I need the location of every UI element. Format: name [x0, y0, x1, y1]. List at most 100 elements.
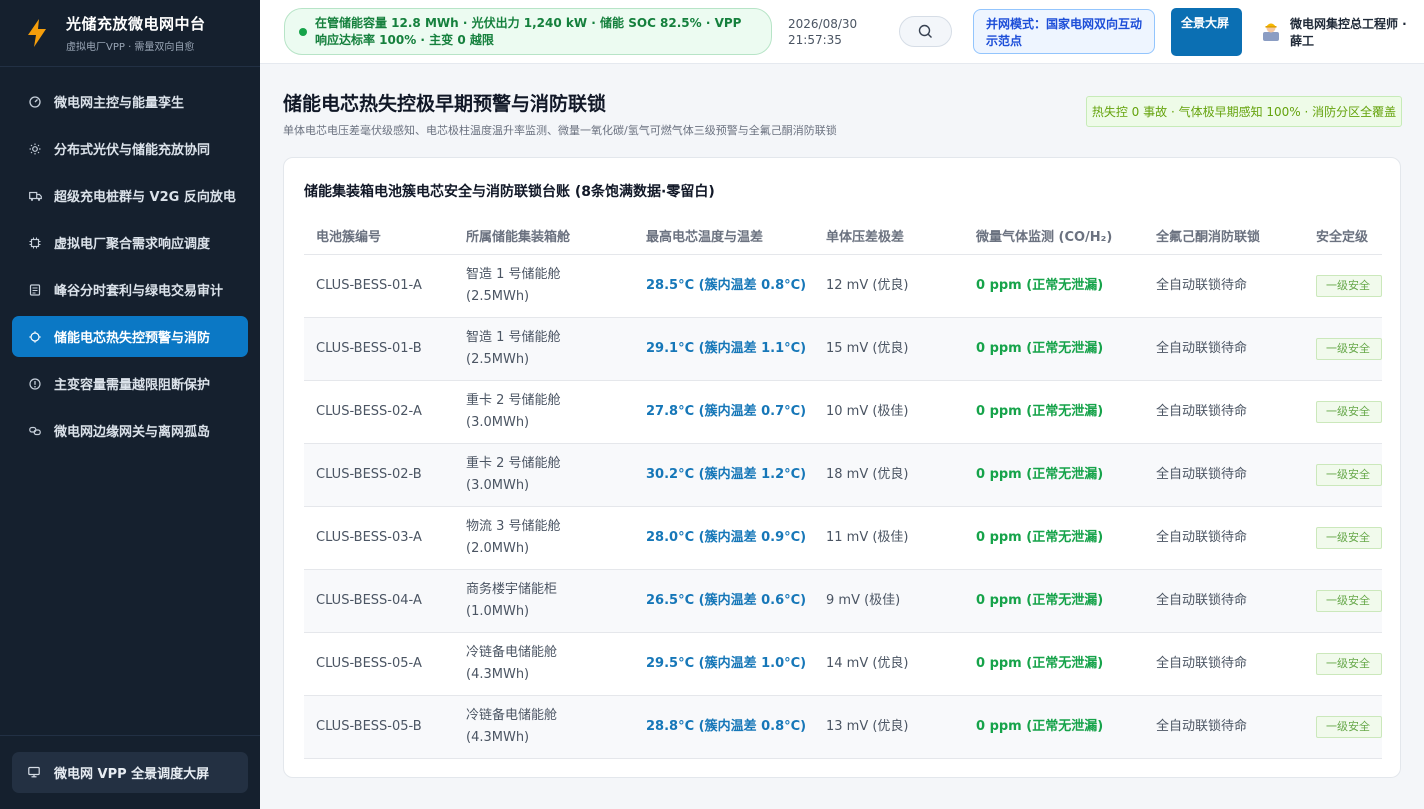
safety-level-cell: 一级安全 — [1304, 506, 1382, 570]
cabin-capacity: (4.3MWh) — [466, 666, 530, 682]
sidebar-item-microgrid-control[interactable]: 微电网主控与能量孪生 — [12, 81, 248, 122]
search-button[interactable] — [899, 16, 952, 47]
gas-level: 0 ppm (正常无泄漏) — [964, 569, 1144, 633]
safety-level-cell: 一级安全 — [1304, 632, 1382, 696]
safety-level-cell: 一级安全 — [1304, 569, 1382, 633]
max-temp: 30.2°C (簇内温差 1.2°C) — [634, 443, 814, 507]
chip-icon — [28, 236, 42, 250]
sidebar-item-label: 峰谷分时套利与绿电交易审计 — [54, 284, 224, 299]
max-temp: 28.8°C (簇内温差 0.8°C) — [634, 695, 814, 759]
cabin-cell: 重卡 2 号储能舱 (3.0MWh) — [454, 380, 634, 444]
sidebar-item-label: 储能电芯热失控预警与消防 — [54, 331, 211, 346]
max-temp: 29.5°C (簇内温差 1.0°C) — [634, 632, 814, 696]
cabin-capacity: (2.5MWh) — [466, 288, 530, 304]
cluster-id: CLUS-BESS-03-A — [304, 506, 454, 570]
link-icon — [28, 424, 42, 438]
voltage-diff: 14 mV (优良) — [814, 632, 964, 696]
safety-level-cell: 一级安全 — [1304, 380, 1382, 444]
vpp-dashboard-button[interactable]: 微电网 VPP 全景调度大屏 — [12, 752, 248, 793]
user-profile[interactable]: 微电网集控总工程师 · 薛工 — [1260, 16, 1410, 50]
cluster-id: CLUS-BESS-02-A — [304, 380, 454, 444]
cluster-id: CLUS-BESS-05-B — [304, 695, 454, 759]
safety-level-cell: 一级安全 — [1304, 443, 1382, 507]
cabin-capacity: (4.3MWh) — [466, 729, 530, 745]
table-row[interactable]: CLUS-BESS-03-A 物流 3 号储能舱 (2.0MWh) 28.0°C (簇… — [304, 506, 1382, 570]
sidebar-item-edge-gateway[interactable]: 微电网边缘网关与离网孤岛 — [12, 410, 248, 451]
top-header: 在管储能容量 12.8 MWh · 光伏出力 1,240 kW · 储能 SOC… — [260, 0, 1424, 64]
safety-level-cell: 一级安全 — [1304, 695, 1382, 759]
sidebar-divider — [0, 735, 260, 736]
gas-level: 0 ppm (正常无泄漏) — [964, 695, 1144, 759]
cabin-name: 冷链备电储能舱 — [466, 644, 558, 660]
voltage-diff: 9 mV (极佳) — [814, 569, 964, 633]
status-text: 在管储能容量 12.8 MWh · 光伏出力 1,240 kW · 储能 SOC… — [315, 15, 742, 47]
gauge-icon — [28, 95, 42, 109]
safety-level-tag: 一级安全 — [1316, 400, 1382, 423]
cluster-id: CLUS-BESS-05-A — [304, 632, 454, 696]
cluster-id: CLUS-BESS-04-A — [304, 569, 454, 633]
clock: 2026/08/30 21:57:35 — [788, 16, 857, 48]
gas-level: 0 ppm (正常无泄漏) — [964, 317, 1144, 381]
table-row[interactable]: CLUS-BESS-04-A 商务楼宇储能柜 (1.0MWh) 26.5°C (簇内温… — [304, 569, 1382, 633]
cabin-name: 重卡 2 号储能舱 — [466, 392, 561, 408]
sidebar-nav: 微电网主控与能量孪生 分布式光伏与储能充放协同 超级充电桩群与 V2G 反向放电… — [0, 67, 260, 451]
sidebar-item-v2g-charging[interactable]: 超级充电桩群与 V2G 反向放电 — [12, 175, 248, 216]
table-row[interactable]: CLUS-BESS-02-A 重卡 2 号储能舱 (3.0MWh) 27.8°C (簇… — [304, 380, 1382, 444]
column-header: 微量气体监测 (CO/H₂) — [964, 218, 1144, 255]
max-temp: 28.0°C (簇内温差 0.9°C) — [634, 506, 814, 570]
card-title: 储能集装箱电池簇电芯安全与消防联锁台账 (8条饱满数据·零留白) — [304, 184, 715, 200]
max-temp: 28.5°C (簇内温差 0.8°C) — [634, 254, 814, 318]
gas-level: 0 ppm (正常无泄漏) — [964, 443, 1144, 507]
ledger-table-wrap[interactable]: 电池簇编号 所属储能集装箱舱 最高电芯温度与温差 单体压差极差 微量气体监测 (… — [304, 218, 1382, 777]
cabin-capacity: (1.0MWh) — [466, 603, 530, 619]
sidebar-item-arbitrage-audit[interactable]: 峰谷分时套利与绿电交易审计 — [12, 269, 248, 310]
safety-level-tag: 一级安全 — [1316, 274, 1382, 297]
sidebar-item-vpp-dispatch[interactable]: 虚拟电厂聚合需求响应调度 — [12, 222, 248, 263]
sidebar-item-label: 微电网主控与能量孪生 — [54, 96, 185, 111]
page-title: 储能电芯热失控极早期预警与消防联锁 — [283, 93, 607, 115]
cabin-name: 重卡 2 号储能舱 — [466, 455, 561, 471]
sidebar-item-label: 超级充电桩群与 V2G 反向放电 — [54, 190, 236, 205]
voltage-diff: 18 mV (优良) — [814, 443, 964, 507]
cabin-name: 智造 1 号储能舱 — [466, 329, 561, 345]
cabin-capacity: (3.0MWh) — [466, 414, 530, 430]
sidebar-item-demand-protection[interactable]: 主变容量需量越限阻断保护 — [12, 363, 248, 404]
safety-level-tag: 一级安全 — [1316, 526, 1382, 549]
column-header: 安全定级 — [1304, 218, 1382, 255]
brand-title: 光储充放微电网中台 — [66, 15, 206, 33]
safety-level-cell: 一级安全 — [1304, 254, 1382, 318]
voltage-diff: 13 mV (优良) — [814, 695, 964, 759]
column-header: 最高电芯温度与温差 — [634, 218, 814, 255]
safety-level-tag: 一级安全 — [1316, 589, 1382, 612]
cluster-id: CLUS-BESS-02-B — [304, 443, 454, 507]
fire-interlock: 全自动联锁待命 — [1144, 632, 1304, 696]
cabin-cell: 商务楼宇储能柜 (1.0MWh) — [454, 569, 634, 633]
cluster-id: CLUS-BESS-01-B — [304, 317, 454, 381]
avatar — [1263, 23, 1279, 41]
page-subtitle: 单体电芯电压差毫伏级感知、电芯极柱温度温升率监测、微量一氧化碳/氢气可燃气体三级… — [283, 124, 837, 137]
gas-level: 0 ppm (正常无泄漏) — [964, 380, 1144, 444]
sidebar: 光储充放微电网中台 虚拟电厂VPP · 需量双向自愈 微电网主控与能量孪生 分布… — [0, 0, 260, 809]
fire-interlock: 全自动联锁待命 — [1144, 254, 1304, 318]
brand-subtitle: 虚拟电厂VPP · 需量双向自愈 — [66, 42, 195, 53]
cluster-id: CLUS-BESS-01-A — [304, 254, 454, 318]
sidebar-item-thermal-runaway[interactable]: 储能电芯热失控预警与消防 — [12, 316, 248, 357]
column-header: 全氟己酮消防联锁 — [1144, 218, 1304, 255]
vpp-dashboard-label: 微电网 VPP 全景调度大屏 — [54, 767, 210, 782]
fullscreen-button[interactable]: 全景大屏 — [1171, 8, 1242, 56]
sidebar-item-pv-storage[interactable]: 分布式光伏与储能充放协同 — [12, 128, 248, 169]
status-dot-icon — [299, 27, 307, 36]
gas-level: 0 ppm (正常无泄漏) — [964, 254, 1144, 318]
table-row[interactable]: CLUS-BESS-05-B 冷链备电储能舱 (4.3MWh) 28.8°C (簇内温… — [304, 695, 1382, 759]
table-row[interactable]: CLUS-BESS-01-A 智造 1 号储能舱 (2.5MWh) 28.5°C (簇… — [304, 254, 1382, 318]
cabin-cell: 智造 1 号储能舱 (2.5MWh) — [454, 317, 634, 381]
safety-level-tag: 一级安全 — [1316, 463, 1382, 486]
cabin-name: 冷链备电储能舱 — [466, 707, 558, 723]
table-row[interactable]: CLUS-BESS-01-B 智造 1 号储能舱 (2.5MWh) 29.1°C (簇… — [304, 317, 1382, 381]
cabin-cell: 冷链备电储能舱 (4.3MWh) — [454, 632, 634, 696]
fire-interlock: 全自动联锁待命 — [1144, 380, 1304, 444]
table-row[interactable]: CLUS-BESS-02-B 重卡 2 号储能舱 (3.0MWh) 30.2°C (簇… — [304, 443, 1382, 507]
ledger-table: 电池簇编号 所属储能集装箱舱 最高电芯温度与温差 单体压差极差 微量气体监测 (… — [304, 218, 1382, 759]
table-row[interactable]: CLUS-BESS-05-A 冷链备电储能舱 (4.3MWh) 29.5°C (簇内温… — [304, 632, 1382, 696]
voltage-diff: 11 mV (极佳) — [814, 506, 964, 570]
